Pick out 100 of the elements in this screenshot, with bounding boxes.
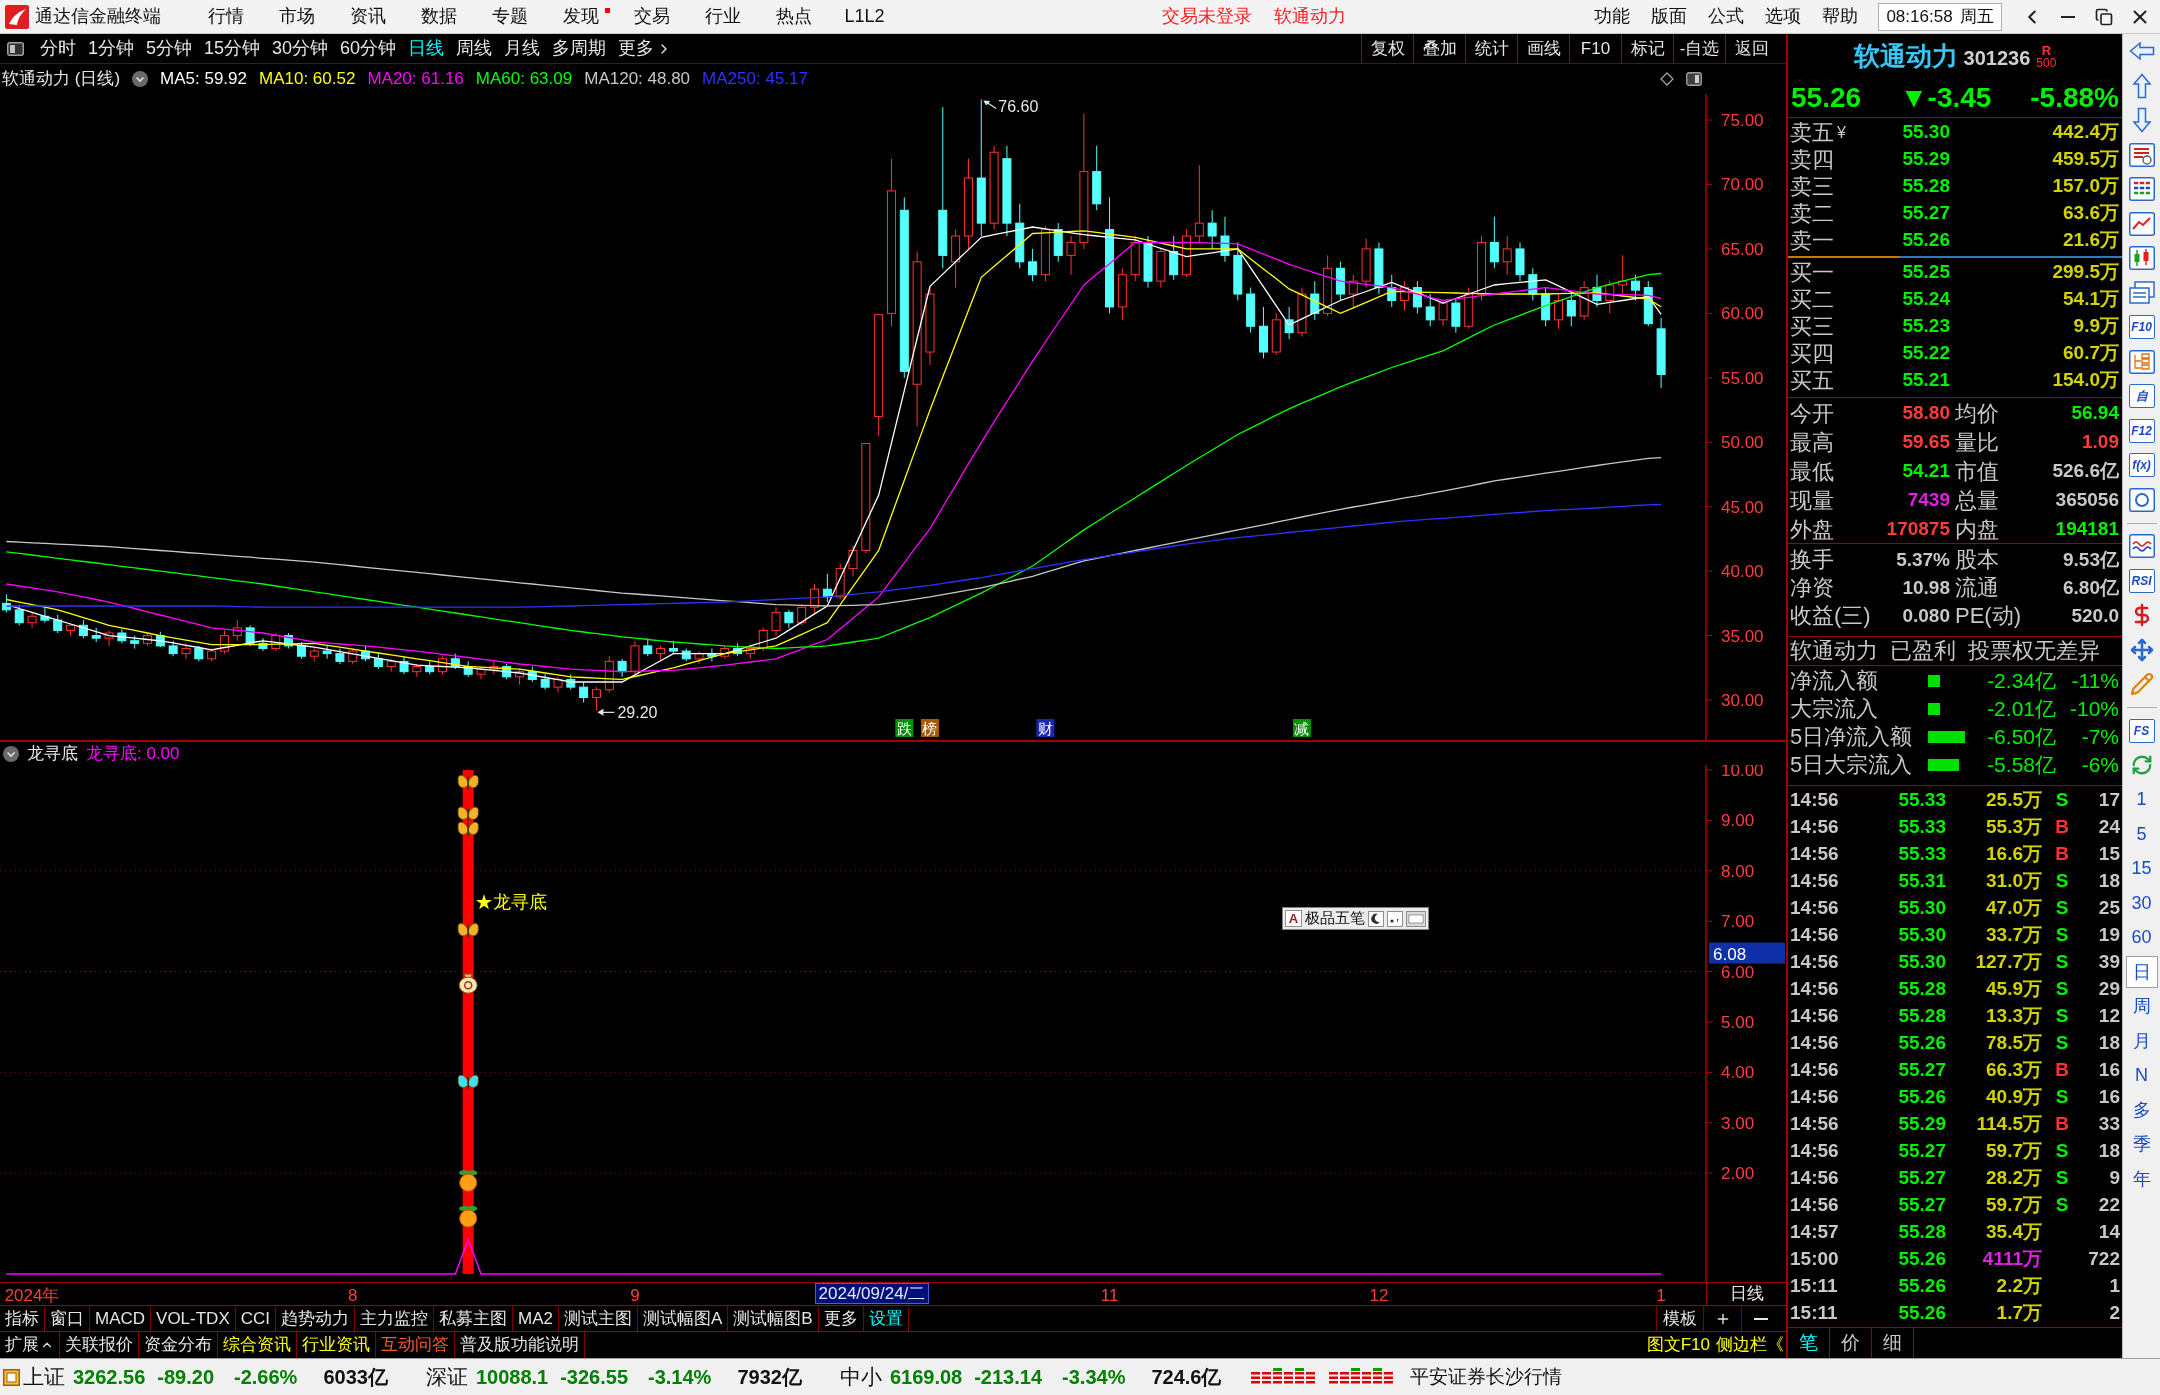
indicator-tab[interactable]: 测试幅图B [728, 1306, 819, 1331]
indicator-tab[interactable]: 更多 [818, 1306, 864, 1331]
indicator-tab[interactable]: 测试幅图A [638, 1306, 729, 1331]
toolbar-button[interactable]: 统计 [1465, 34, 1517, 63]
tree-icon[interactable] [2128, 349, 2155, 374]
trade-volume: 2.2万 [1995, 1274, 2042, 1299]
move-icon[interactable] [2129, 637, 2154, 662]
pencil-icon[interactable] [2129, 672, 2154, 697]
list-icon[interactable] [2128, 142, 2155, 167]
tool-button[interactable]: F12 [2128, 418, 2155, 443]
menu-item[interactable]: 资讯 [332, 0, 403, 33]
menu-item[interactable]: 帮助 [1811, 3, 1868, 30]
dropdown-circle-icon[interactable] [3, 745, 19, 762]
period-tab[interactable]: 60分钟 [340, 35, 397, 62]
table-icon[interactable] [2128, 177, 2155, 202]
menu-item[interactable]: 发现 [545, 0, 616, 33]
arrow-up-icon[interactable] [2131, 72, 2152, 99]
panel-icon[interactable] [1686, 72, 1702, 86]
arrow-left-icon[interactable] [2128, 41, 2155, 62]
dropdown-circle-icon[interactable] [132, 71, 149, 87]
indicator-tab[interactable]: 测试主图 [559, 1306, 638, 1331]
period-button[interactable]: 60 [2125, 921, 2158, 954]
menu-item[interactable]: 交易 [616, 0, 687, 33]
menu-item[interactable]: 专题 [474, 0, 545, 33]
period-tab[interactable]: 分时 [40, 35, 76, 62]
period-button[interactable]: 多 [2125, 1094, 2158, 1127]
period-tab[interactable]: 多周期 [552, 35, 607, 62]
period-tab[interactable]: 1分钟 [88, 35, 134, 62]
line-chart-icon[interactable] [2128, 211, 2155, 236]
period-tab[interactable]: 日线 [408, 35, 445, 62]
menu-item[interactable]: 功能 [1583, 3, 1640, 30]
toolbar-button[interactable]: 复权 [1361, 34, 1413, 63]
toolbar-button[interactable]: 叠加 [1413, 34, 1465, 63]
indicator-tab[interactable]: MA2 [513, 1306, 559, 1331]
menu-item[interactable]: 公式 [1697, 3, 1754, 30]
panel-link[interactable]: 图文F10 [1646, 1332, 1710, 1358]
toolbar-button[interactable]: F10 [1569, 34, 1621, 63]
period-tab[interactable]: 15分钟 [204, 35, 261, 62]
moon-icon[interactable] [1368, 910, 1384, 927]
menu-item[interactable]: 版面 [1640, 3, 1697, 30]
indicator-tab[interactable]: 趋势动力 [276, 1306, 356, 1331]
period-button[interactable]: N [2125, 1059, 2158, 1092]
square-icon[interactable] [3, 1368, 20, 1386]
indicator-tab[interactable]: 指标 [0, 1306, 45, 1331]
menu-item[interactable]: 行业 [687, 0, 758, 33]
menu-item[interactable]: 热点 [758, 0, 829, 33]
indicator-tab[interactable]: 主力监控 [355, 1306, 435, 1331]
event-tag[interactable]: 减 [1292, 719, 1311, 737]
template-button[interactable]: 模板 [1656, 1306, 1704, 1331]
tool-button[interactable]: 自 [2128, 384, 2155, 409]
panel-link[interactable]: 侧边栏《 [1716, 1332, 1784, 1358]
period-tab[interactable]: 5分钟 [146, 35, 193, 62]
tool-button[interactable]: RSI [2128, 568, 2155, 593]
candlestick [1554, 293, 1563, 330]
indicator-tab[interactable]: VOL-TDX [151, 1306, 236, 1331]
menu-item[interactable]: 选项 [1754, 3, 1811, 30]
period-tab[interactable]: 30分钟 [272, 35, 329, 62]
window-icon[interactable] [1406, 910, 1426, 927]
period-button[interactable]: 周 [2125, 990, 2158, 1023]
panel-toggle-icon[interactable] [7, 41, 24, 56]
period-button[interactable]: 日 [2125, 956, 2158, 989]
period-button[interactable]: 1 [2125, 783, 2158, 816]
period-button[interactable]: 30 [2125, 887, 2158, 920]
indicator-tab[interactable]: 私募主图 [434, 1306, 514, 1331]
event-tag[interactable]: 跌 [895, 719, 914, 737]
indicator-tab[interactable]: 窗口 [45, 1306, 90, 1331]
indicator-tab[interactable]: 设置 [863, 1306, 909, 1331]
period-button[interactable]: 月 [2125, 1025, 2158, 1058]
menu-item[interactable]: 行情 [190, 0, 261, 33]
period-button[interactable]: 季 [2125, 1128, 2158, 1161]
event-tag[interactable]: 财 [1036, 719, 1055, 737]
menu-item[interactable]: 数据 [403, 0, 474, 33]
toolbar-button[interactable]: 标记 [1621, 34, 1673, 63]
menu-item[interactable]: 市场 [261, 0, 332, 33]
toolbar-button[interactable]: 返回 [1725, 34, 1777, 63]
candlestick-icon[interactable] [2128, 246, 2155, 271]
tool-button[interactable]: F10 [2128, 315, 2155, 340]
tool-button[interactable]: f(x) [2128, 453, 2155, 478]
candlestick [771, 606, 781, 637]
toolbar-button[interactable]: 画线 [1517, 34, 1569, 63]
toolbar-button[interactable]: -自选 [1673, 34, 1725, 63]
tool-button[interactable]: FS [2128, 718, 2155, 743]
period-button[interactable]: 5 [2125, 818, 2158, 851]
indicator-tab[interactable]: CCI [235, 1306, 277, 1331]
period-tab[interactable]: 月线 [504, 35, 541, 62]
indicator-value: 龙寻底: 0.00 [86, 742, 180, 765]
indicator-tab[interactable]: MACD [90, 1306, 152, 1331]
diamond-icon[interactable] [1660, 72, 1674, 86]
menu-item[interactable]: L1L2 [829, 0, 900, 33]
period-button[interactable]: 15 [2125, 852, 2158, 885]
ime-mode-button[interactable]: A [1285, 910, 1302, 927]
period-button[interactable]: 年 [2125, 1163, 2158, 1196]
wave-chart-icon[interactable] [2128, 534, 2155, 559]
dot-comma-icon[interactable] [1387, 910, 1403, 927]
more-button[interactable]: 更多 [618, 35, 673, 62]
stacked-windows-icon[interactable] [2128, 280, 2155, 305]
event-tag[interactable]: 榜 [920, 719, 939, 737]
period-tab[interactable]: 周线 [456, 35, 493, 62]
refresh-icon[interactable] [2130, 754, 2153, 777]
arrow-down-icon[interactable] [2131, 107, 2152, 134]
